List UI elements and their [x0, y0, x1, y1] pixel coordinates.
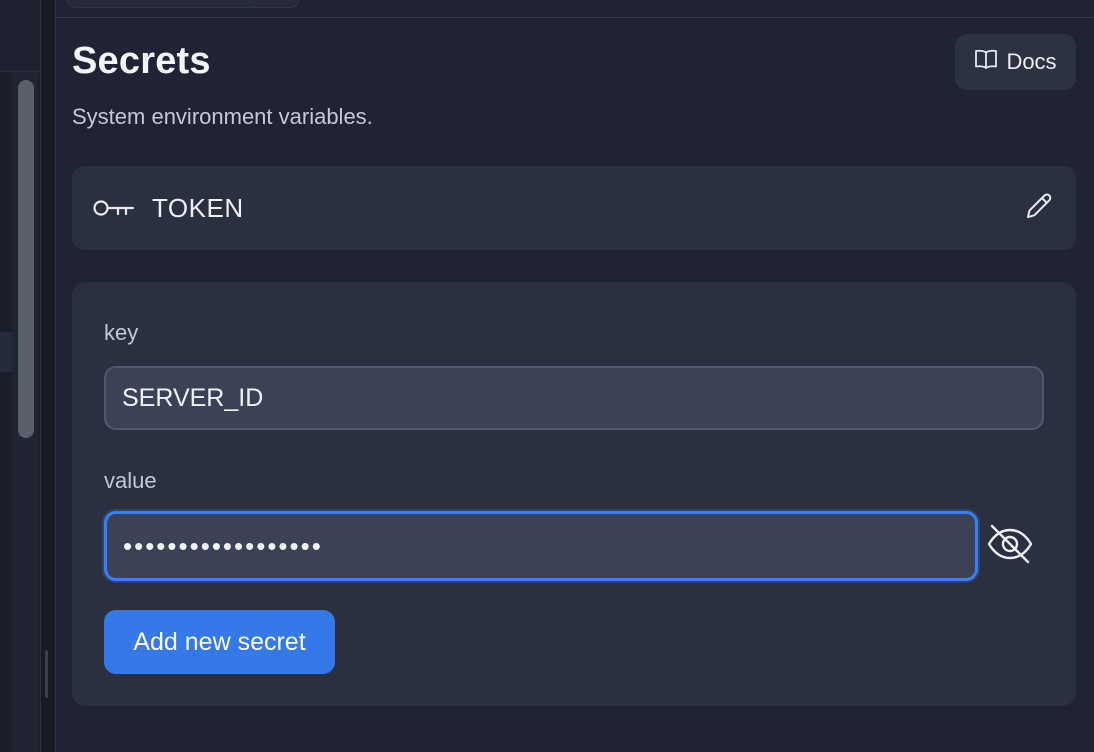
panel-topbar	[56, 0, 1094, 18]
value-field-label: value	[104, 468, 157, 493]
docs-button-label: Docs	[1006, 49, 1057, 74]
resize-handle[interactable]	[45, 650, 48, 698]
secrets-panel: Secrets System environment variables. Do…	[56, 0, 1094, 752]
adjacent-pane	[0, 0, 40, 752]
key-input[interactable]	[104, 366, 1044, 430]
page-subtitle: System environment variables.	[72, 104, 373, 129]
docs-button[interactable]: Docs	[955, 34, 1076, 90]
adjacent-pane-row	[0, 332, 12, 372]
adjacent-pane-header	[0, 0, 40, 72]
adjacent-pane-scrollbar[interactable]	[18, 80, 34, 438]
pane-divider[interactable]	[40, 0, 56, 752]
pencil-icon	[1024, 191, 1054, 226]
secret-name: TOKEN	[152, 192, 244, 223]
book-icon	[974, 48, 998, 76]
value-input[interactable]	[104, 511, 978, 581]
eye-off-icon	[984, 518, 1036, 575]
new-secret-form: key value Add new secret	[72, 282, 1076, 706]
top-tab-secondary[interactable]	[248, 0, 300, 8]
toggle-visibility-button[interactable]	[984, 520, 1036, 572]
page-title: Secrets	[72, 40, 211, 82]
key-icon	[92, 196, 136, 220]
edit-secret-button[interactable]	[1022, 191, 1056, 225]
secret-item-token: TOKEN	[72, 166, 1076, 250]
key-field-label: key	[104, 320, 139, 345]
add-secret-button[interactable]: Add new secret	[104, 610, 335, 674]
